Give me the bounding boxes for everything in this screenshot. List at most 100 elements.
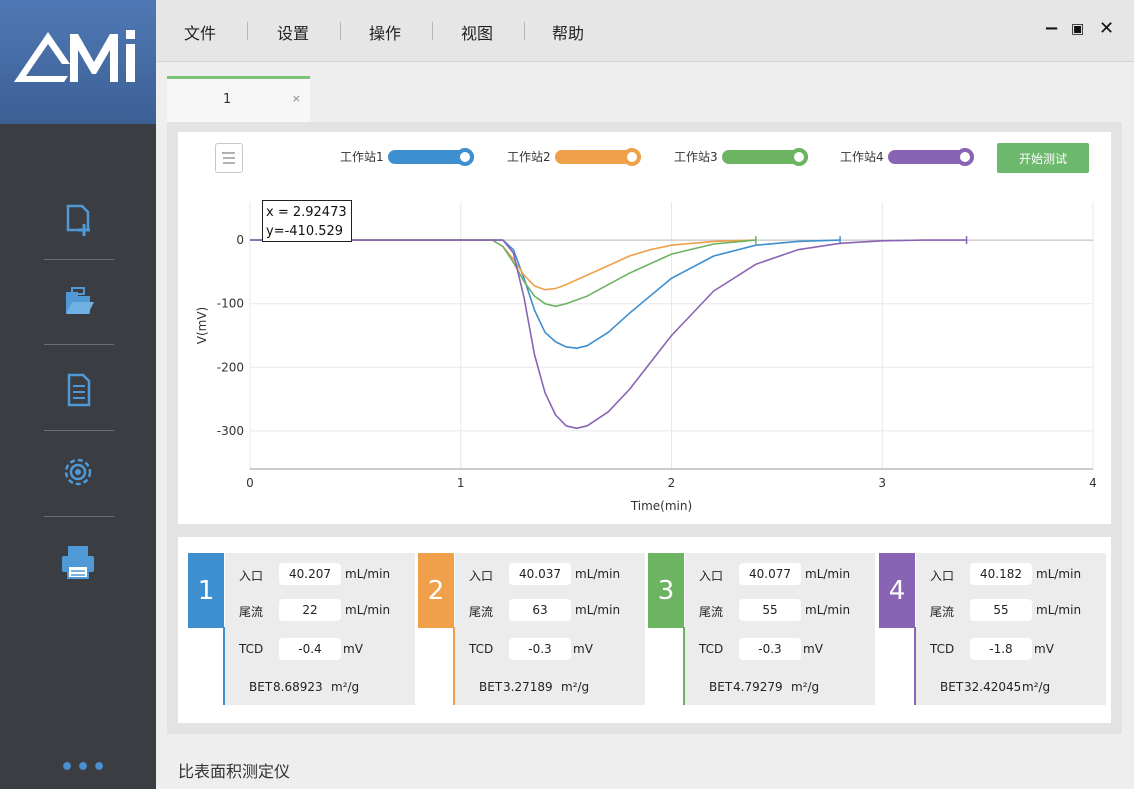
tail-row: 尾流 55 mL/min (916, 599, 1106, 623)
app-window: ••• 文件 设置 操作 视图 帮助 − ▣ ✕ 1 × 工作站1 工作站2 工… (0, 0, 1134, 789)
tcd-value: -0.3 (509, 638, 571, 660)
tcd-value: -0.4 (279, 638, 341, 660)
tail-value: 55 (739, 599, 801, 621)
new-file-icon[interactable] (44, 190, 112, 250)
station-body: 入口 40.182 mL/min 尾流 55 mL/min TCD -1.8 m… (916, 553, 1106, 705)
legend-station-4[interactable]: 工作站4 (840, 147, 974, 166)
station-card-4: 4 入口 40.182 mL/min 尾流 55 mL/min TCD -1.8… (879, 553, 1107, 705)
station-number-badge: 2 (418, 553, 454, 628)
bet-label: BET (940, 680, 964, 694)
x-tick-label: 2 (668, 476, 676, 490)
bet-value: 8.68923 (273, 680, 323, 694)
toggle-switch[interactable] (721, 147, 808, 166)
sidebar-divider (44, 259, 114, 260)
bet-value: 3.27189 (503, 680, 553, 694)
bet-unit: m²/g (561, 680, 590, 694)
tcd-value: -1.8 (970, 638, 1032, 660)
menu-bar: 文件 设置 操作 视图 帮助 − ▣ ✕ (156, 0, 1134, 62)
station-body: 入口 40.207 mL/min 尾流 22 mL/min TCD -0.4 m… (225, 553, 415, 705)
x-tick-label: 1 (457, 476, 465, 490)
bet-unit: m²/g (1022, 680, 1051, 694)
tail-label: 尾流 (930, 605, 955, 619)
legend-station-2[interactable]: 工作站2 (507, 147, 641, 166)
x-tick-label: 3 (878, 476, 886, 490)
station-card-3: 3 入口 40.077 mL/min 尾流 55 mL/min TCD -0.3… (648, 553, 876, 705)
logo (0, 0, 156, 124)
bet-row: BET 32.42045 m²/g (916, 676, 1106, 700)
legend-station-3[interactable]: 工作站3 (674, 147, 808, 166)
list-icon[interactable] (215, 143, 243, 173)
inlet-value: 40.207 (279, 563, 341, 585)
maximize-icon[interactable]: ▣ (1071, 21, 1084, 37)
y-tick-label: -300 (217, 424, 244, 438)
menu-file[interactable]: 文件 (184, 20, 216, 44)
tab-close-icon[interactable]: × (292, 92, 301, 105)
inlet-row: 入口 40.077 mL/min (685, 563, 875, 587)
tail-value: 55 (970, 599, 1032, 621)
tab-label: 1 (223, 92, 232, 107)
inlet-label: 入口 (699, 569, 724, 583)
start-test-button[interactable]: 开始测试 (997, 143, 1089, 173)
tail-row: 尾流 63 mL/min (455, 599, 645, 623)
toggle-switch[interactable] (387, 147, 474, 166)
settings-icon[interactable] (44, 442, 112, 502)
station-number-badge: 3 (648, 553, 684, 628)
bet-unit: m²/g (331, 680, 360, 694)
bet-row: BET 3.27189 m²/g (455, 676, 645, 700)
tcd-unit: mV (1034, 642, 1054, 656)
station-card-2: 2 入口 40.037 mL/min 尾流 63 mL/min TCD -0.3… (418, 553, 646, 705)
y-tick-label: -200 (217, 360, 244, 374)
close-icon[interactable]: ✕ (1099, 18, 1114, 39)
printer-icon[interactable] (44, 532, 112, 592)
bet-label: BET (249, 680, 273, 694)
more-icon[interactable]: ••• (60, 755, 108, 780)
tab-1[interactable]: 1 × (167, 76, 310, 122)
report-icon[interactable] (44, 360, 112, 420)
series-line-1 (250, 239, 841, 349)
menu-divider (524, 22, 525, 40)
x-axis-label: Time(min) (630, 499, 692, 513)
footer-title: 比表面积测定仪 (178, 762, 291, 781)
tail-unit: mL/min (1036, 603, 1082, 617)
station-card-1: 1 入口 40.207 mL/min 尾流 22 mL/min TCD -0.4… (188, 553, 416, 705)
tail-row: 尾流 55 mL/min (685, 599, 875, 623)
tooltip-y: y=-410.529 (266, 224, 344, 239)
y-axis-label: V(mV) (195, 307, 209, 344)
y-tick-label: 0 (236, 233, 244, 247)
menu-operation[interactable]: 操作 (369, 20, 401, 44)
open-folder-icon[interactable] (44, 272, 112, 332)
bet-value: 4.79279 (733, 680, 783, 694)
inlet-unit: mL/min (345, 567, 391, 581)
menu-divider (340, 22, 341, 40)
menu-settings[interactable]: 设置 (277, 20, 309, 44)
toggle-switch[interactable] (887, 147, 974, 166)
series-line-4 (250, 239, 967, 430)
menu-help[interactable]: 帮助 (552, 20, 584, 44)
legend-station-1[interactable]: 工作站1 (340, 147, 474, 166)
bet-label: BET (709, 680, 733, 694)
inlet-row: 入口 40.182 mL/min (916, 563, 1106, 587)
sidebar-divider (44, 344, 114, 345)
inlet-unit: mL/min (575, 567, 621, 581)
tail-unit: mL/min (345, 603, 391, 617)
inlet-label: 入口 (239, 569, 264, 583)
bet-value: 32.42045 (964, 680, 1022, 694)
tcd-row: TCD -1.8 mV (916, 638, 1106, 662)
toggle-switch[interactable] (554, 147, 641, 166)
inlet-label: 入口 (469, 569, 494, 583)
tcd-row: TCD -0.4 mV (225, 638, 415, 662)
tail-label: 尾流 (699, 605, 724, 619)
tcd-row: TCD -0.3 mV (685, 638, 875, 662)
inlet-row: 入口 40.037 mL/min (455, 563, 645, 587)
minimize-icon[interactable]: − (1044, 18, 1059, 39)
menu-view[interactable]: 视图 (461, 20, 493, 44)
bet-label: BET (479, 680, 503, 694)
tcd-unit: mV (573, 642, 593, 656)
inlet-value: 40.077 (739, 563, 801, 585)
tail-label: 尾流 (469, 605, 494, 619)
menu-divider (432, 22, 433, 40)
chart-tooltip: x = 2.92473 y=-410.529 (262, 200, 352, 242)
bet-row: BET 8.68923 m²/g (225, 676, 415, 700)
station-number-badge: 1 (188, 553, 224, 628)
sidebar-divider (44, 430, 114, 431)
